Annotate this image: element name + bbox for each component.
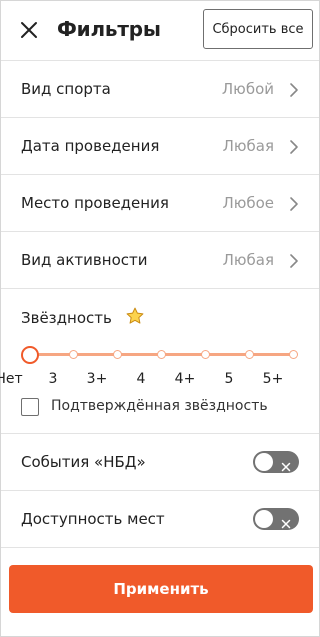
toggle-row-availability: Доступность мест — [1, 491, 319, 548]
filter-value: Любое — [222, 194, 274, 212]
toggle-knob — [255, 510, 273, 528]
slider-step[interactable] — [245, 350, 254, 359]
slider-step[interactable] — [69, 350, 78, 359]
filters-panel: Фильтры Сбросить все Вид спорта Любой Да… — [0, 0, 320, 637]
toggle-row-nbd-events: События «НБД» — [1, 434, 319, 491]
slider-tick-label: Нет — [0, 371, 23, 387]
star-icon — [125, 306, 145, 326]
filter-row-sport[interactable]: Вид спорта Любой — [1, 61, 319, 118]
slider-thumb[interactable] — [21, 346, 39, 364]
slider-tick-label: 5+ — [262, 371, 284, 387]
slider-tick-label: 3+ — [86, 371, 108, 387]
slider-tick-label: 4+ — [174, 371, 196, 387]
page-title: Фильтры — [57, 17, 161, 41]
filter-row-location[interactable]: Место проведения Любое — [1, 175, 319, 232]
availability-toggle[interactable] — [253, 508, 299, 530]
reset-all-button[interactable]: Сбросить все — [203, 9, 313, 49]
toggle-label: Доступность мест — [21, 510, 165, 528]
stars-section: Звёздность Нет 3 3+ 4 4+ 5 5+ Подтверждё… — [0, 289, 319, 434]
stars-title: Звёздность — [21, 309, 112, 327]
slider-step[interactable] — [289, 350, 298, 359]
chevron-right-icon — [289, 82, 299, 98]
chevron-right-icon — [289, 253, 299, 269]
apply-button[interactable]: Применить — [9, 565, 313, 613]
slider-tick-label: 5 — [224, 371, 234, 387]
slider-step[interactable] — [113, 350, 122, 359]
filter-value: Любой — [221, 80, 274, 98]
filters-header: Фильтры Сбросить все — [1, 1, 319, 61]
chevron-right-icon — [289, 139, 299, 155]
filter-label: Вид спорта — [21, 80, 111, 98]
filter-value: Любая — [222, 251, 274, 269]
filter-value: Любая — [222, 137, 274, 155]
nbd-events-toggle[interactable] — [253, 451, 299, 473]
chevron-right-icon — [289, 196, 299, 212]
filter-row-activity[interactable]: Вид активности Любая — [1, 232, 319, 289]
slider-tick-label: 4 — [136, 371, 146, 387]
filter-label: Место проведения — [21, 194, 169, 212]
slider-tick-label: 3 — [48, 371, 58, 387]
filter-label: Дата проведения — [21, 137, 160, 155]
close-icon[interactable] — [17, 18, 41, 42]
close-icon — [281, 514, 291, 529]
slider-step[interactable] — [157, 350, 166, 359]
filter-row-date[interactable]: Дата проведения Любая — [1, 118, 319, 175]
toggle-knob — [255, 453, 273, 471]
confirmed-stars-label: Подтверждённая звёздность — [51, 398, 268, 414]
toggle-label: События «НБД» — [21, 453, 146, 471]
slider-step[interactable] — [201, 350, 210, 359]
stars-slider[interactable] — [21, 345, 301, 365]
filter-label: Вид активности — [21, 251, 148, 269]
close-icon — [281, 457, 291, 472]
confirmed-stars-checkbox[interactable] — [21, 398, 39, 416]
